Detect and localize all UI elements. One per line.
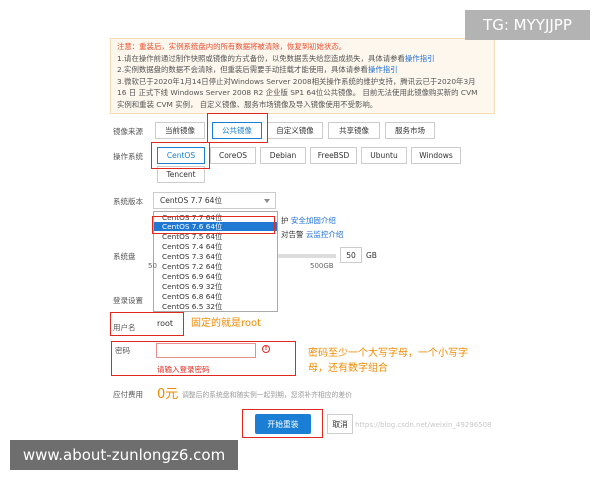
security-hardening-note: 护 安全加固介绍 bbox=[281, 215, 336, 226]
security-prefix: 护 bbox=[281, 216, 289, 225]
version-option[interactable]: CentOS 6.8 64位 bbox=[154, 292, 277, 301]
site-watermark: www.about-zunlongz6.com bbox=[10, 440, 238, 470]
security-hardening-link[interactable]: 安全加固介绍 bbox=[291, 216, 336, 225]
fee-label: 应付费用 bbox=[113, 390, 143, 399]
version-select[interactable]: CentOS 7.7 64位 bbox=[153, 192, 276, 209]
password-annotation: 密码至少一个大写字母，一个小写字母，还有数字组合 bbox=[308, 348, 468, 374]
version-option[interactable]: CentOS 7.4 64位 bbox=[154, 242, 277, 251]
cloud-monitor-note: 对告警 云监控介绍 bbox=[281, 229, 343, 240]
os-coreos[interactable]: CoreOS bbox=[210, 147, 256, 164]
cloud-monitor-link[interactable]: 云监控介绍 bbox=[306, 230, 344, 239]
highlight-centos bbox=[151, 142, 210, 169]
disk-max: 500GB bbox=[310, 262, 334, 270]
highlight-public-image bbox=[207, 113, 268, 143]
notice-line-windows: 3.微软已于2020年1月14日停止对Windows Server 2008相关… bbox=[117, 76, 476, 86]
notice-line-windows-2: 16 日 正式下线 Windows Server 2008 R2 企业版 SP1… bbox=[117, 88, 478, 97]
version-selected: CentOS 7.7 64位 bbox=[160, 196, 222, 205]
reinstall-notice: 注意：重装后，实例系统盘内的所有数据将被清除，恢复到初始状态。 1.请在操作前通… bbox=[110, 38, 495, 114]
os-label: 操作系统 bbox=[113, 152, 143, 161]
chevron-down-icon bbox=[264, 199, 270, 203]
disk-label: 系统盘 bbox=[113, 252, 136, 261]
version-option[interactable]: CentOS 6.5 32位 bbox=[154, 302, 277, 311]
monitor-prefix: 对告警 bbox=[281, 230, 304, 239]
version-option[interactable]: CentOS 7.3 64位 bbox=[154, 252, 277, 261]
version-option[interactable]: CentOS 7.2 64位 bbox=[154, 262, 277, 271]
tg-watermark: TG: MYYJJPP bbox=[465, 10, 590, 40]
disk-unit: GB bbox=[366, 251, 377, 260]
fee-description: 调整后的系统盘和随实例一起到期，您须补齐相应的差价 bbox=[182, 391, 352, 399]
notice-guide-link-1[interactable]: 操作指引 bbox=[405, 54, 435, 63]
fee-amount: 0元 bbox=[157, 387, 179, 402]
disk-min: 50 bbox=[148, 262, 157, 270]
tab-marketplace[interactable]: 服务市场 bbox=[385, 122, 435, 139]
tab-current-image[interactable]: 当前镜像 bbox=[155, 122, 205, 139]
disk-slider-track[interactable] bbox=[278, 254, 336, 258]
notice-line-windows-3: 实例和重装 CVM 实例， 自定义镜像、服务市场镜像及导入镜像使用不受影响。 bbox=[117, 99, 378, 109]
highlight-password bbox=[111, 341, 296, 376]
version-option[interactable]: CentOS 6.9 64位 bbox=[154, 272, 277, 281]
image-source-label: 镜像来源 bbox=[113, 127, 143, 136]
login-settings-label: 登录设置 bbox=[113, 296, 143, 305]
os-freebsd[interactable]: FreeBSD bbox=[310, 147, 357, 164]
notice-line-datadisk: 2.实例数据盘的数据不会清除，但重装后需要手动挂载才能使用，具体请参看 bbox=[117, 65, 368, 74]
os-ubuntu[interactable]: Ubuntu bbox=[361, 147, 407, 164]
disk-size-input[interactable]: 50 bbox=[340, 247, 362, 263]
csdn-watermark: https://blog.csdn.net/weixin_49296508 bbox=[355, 421, 492, 429]
highlight-centos-76 bbox=[152, 216, 275, 234]
version-label: 系统版本 bbox=[113, 197, 143, 206]
tab-shared-image[interactable]: 共享镜像 bbox=[328, 122, 380, 139]
username-annotation: 固定的就是root bbox=[191, 318, 262, 329]
os-windows[interactable]: Windows bbox=[411, 147, 461, 164]
version-option[interactable]: CentOS 6.9 32位 bbox=[154, 282, 277, 291]
highlight-start-button bbox=[242, 409, 323, 438]
os-debian[interactable]: Debian bbox=[260, 147, 306, 164]
notice-warning: 注意：重装后，实例系统盘内的所有数据将被清除，恢复到初始状态。 bbox=[117, 42, 347, 51]
tab-custom-image[interactable]: 自定义镜像 bbox=[267, 122, 323, 139]
cancel-button[interactable]: 取消 bbox=[327, 414, 353, 434]
highlight-username bbox=[110, 312, 184, 336]
notice-line-backup: 1.请在操作前通过制作快照或镜像的方式备份，以免数据丢失给您造成损失，具体请参看 bbox=[117, 53, 405, 63]
notice-guide-link-2[interactable]: 操作指引 bbox=[368, 65, 398, 74]
